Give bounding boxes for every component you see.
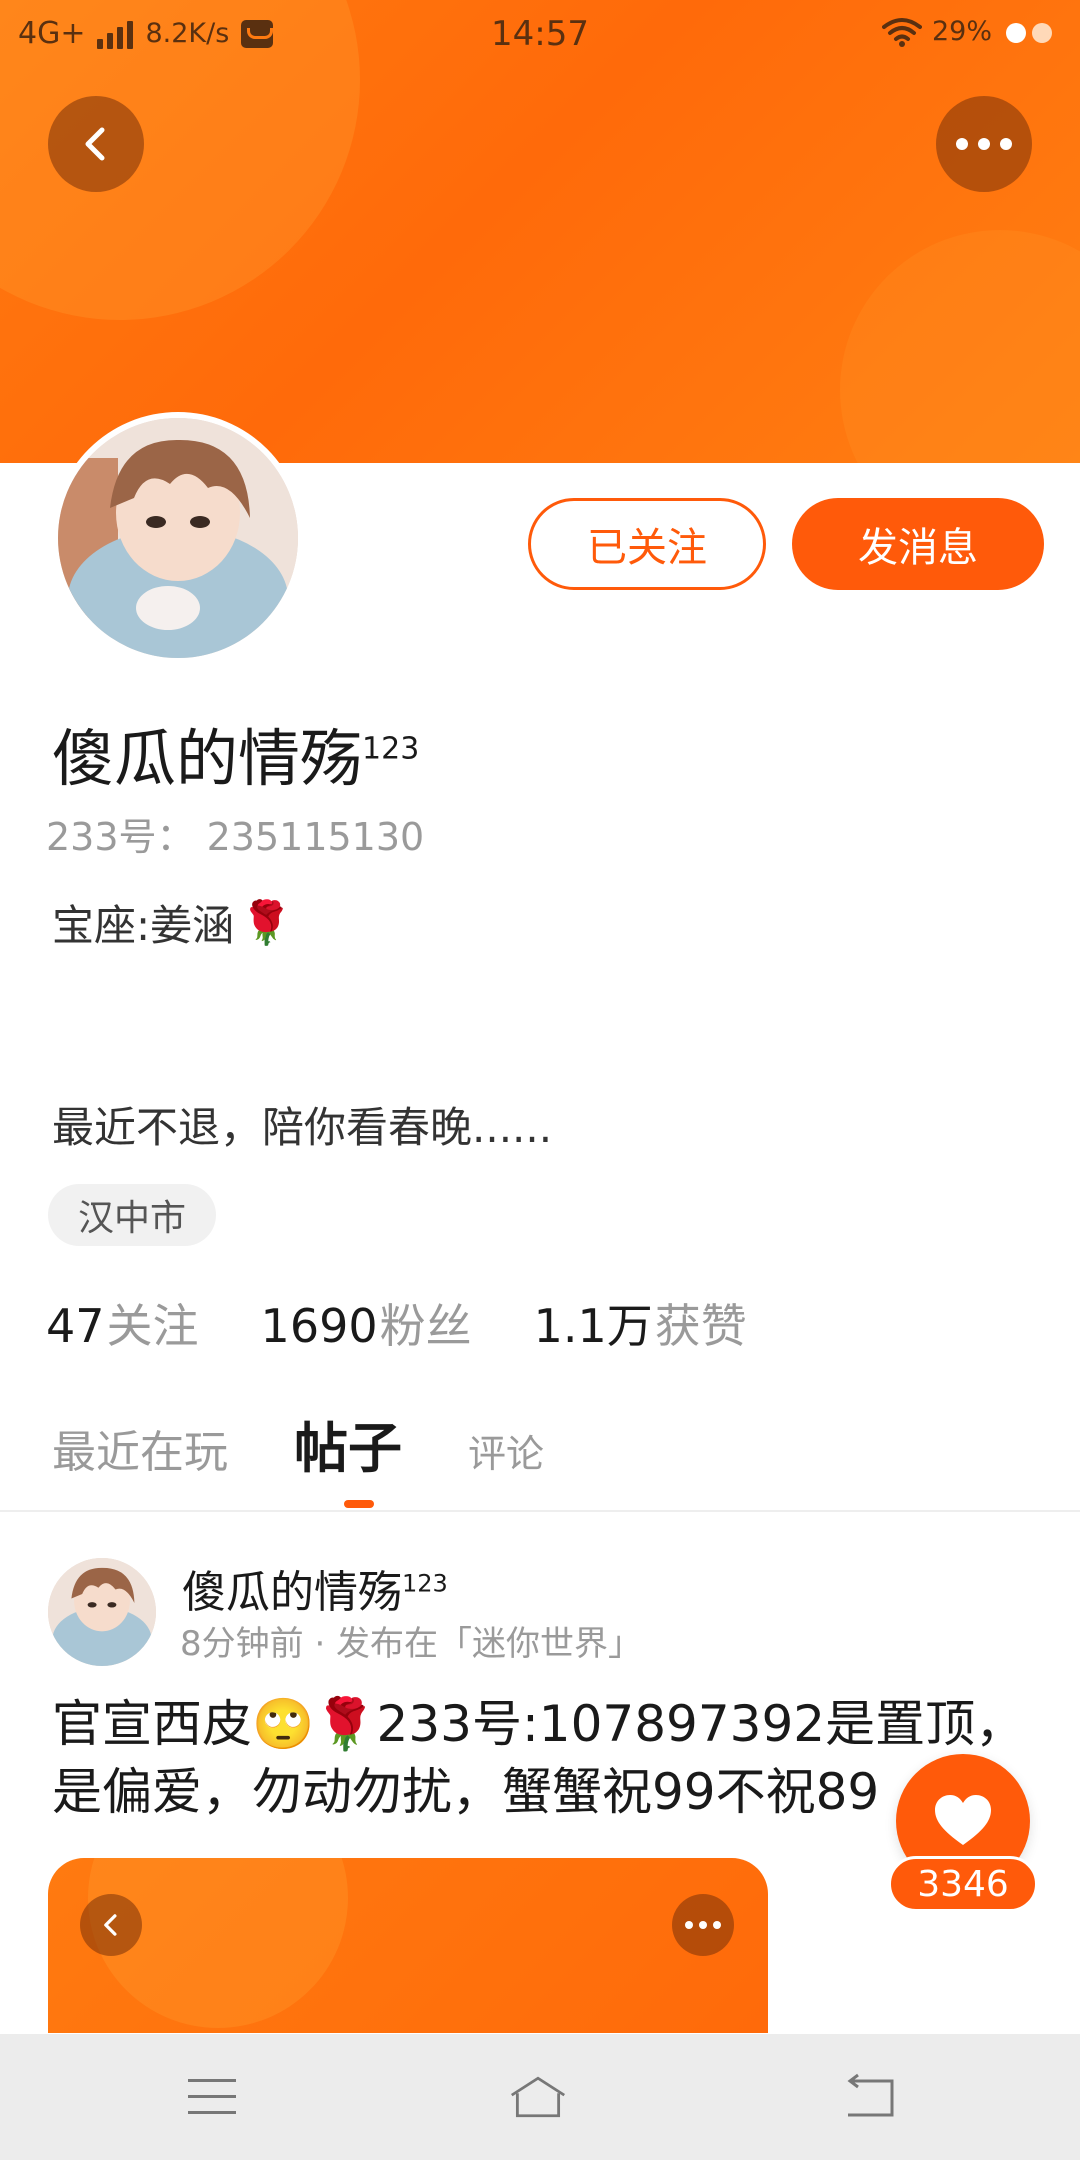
post-author-name[interactable]: 傻瓜的情殇123: [182, 1556, 448, 1620]
stat-number: 1690: [260, 1299, 378, 1353]
post-author-text: 傻瓜的情殇: [182, 1567, 402, 1618]
post-text-line: 官宣西皮🙄🌹233号:107897392是置顶，: [52, 1695, 1012, 1753]
system-nav-bar: [0, 2034, 1080, 2160]
app-status-icon: [1006, 22, 1052, 43]
following-button[interactable]: 已关注: [528, 498, 766, 590]
banner-decoration: [840, 230, 1080, 463]
profile-name-text: 傻瓜的情殇: [52, 722, 363, 795]
stat-number: 47: [46, 1299, 105, 1353]
home-icon: [510, 2076, 566, 2118]
home-button[interactable]: [508, 2072, 568, 2122]
location-tag: 汉中市: [48, 1184, 217, 1246]
post-meta: 8分钟前 · 发布在「迷你世界」: [180, 1624, 643, 1664]
stat-likes[interactable]: 1.1万获赞: [534, 1290, 747, 1356]
tab-recently-played[interactable]: 最近在玩: [52, 1416, 228, 1480]
image-back-button: [80, 1894, 142, 1956]
bio-line-1: 宝座:姜涵 🌹: [52, 892, 292, 953]
more-dots-icon: [956, 138, 1012, 150]
menu-button[interactable]: [182, 2072, 242, 2122]
battery-level: 29%: [931, 16, 992, 47]
profile-avatar[interactable]: [52, 412, 304, 664]
post-content[interactable]: 官宣西皮🙄🌹233号:107897392是置顶， 是偏爱，勿动勿扰，蟹蟹祝99不…: [52, 1690, 1012, 1826]
send-message-button[interactable]: 发消息: [792, 498, 1044, 590]
user-id[interactable]: 233号： 235115130: [46, 806, 424, 861]
wifi-icon: [881, 17, 922, 47]
profile-name-sup: 123: [362, 731, 420, 767]
stat-label: 粉丝: [379, 1299, 472, 1353]
menu-icon: [188, 2079, 236, 2114]
stat-following[interactable]: 47关注: [46, 1290, 199, 1356]
post-image[interactable]: [48, 1858, 768, 2033]
more-dots-icon: [685, 1921, 721, 1929]
avatar-image: [48, 1558, 156, 1666]
chevron-left-icon: [85, 127, 105, 161]
bio-line-2: 最近不退，陪你看春晚......: [52, 1103, 553, 1152]
bio-text: 宝座:姜涵: [52, 901, 235, 950]
chevron-left-icon: [104, 1914, 117, 1936]
more-options-button[interactable]: [936, 96, 1032, 192]
heart-icon: [935, 1795, 991, 1845]
profile-name: 傻瓜的情殇123: [52, 708, 419, 798]
status-bar: 4G+ 8.2K/s 14:57 29%: [0, 0, 1080, 70]
post-text-line: 是偏爱，勿动勿扰，蟹蟹祝99不祝89: [52, 1763, 880, 1821]
stat-fans[interactable]: 1690粉丝: [261, 1290, 472, 1356]
tab-posts[interactable]: 帖子: [294, 1404, 402, 1483]
tab-comments[interactable]: 评论: [468, 1423, 544, 1478]
stat-label: 关注: [106, 1299, 199, 1353]
post-author-sup: 123: [402, 1569, 448, 1598]
image-more-button: [672, 1894, 734, 1956]
like-count: 3346: [888, 1856, 1038, 1912]
post-author-avatar[interactable]: [48, 1558, 156, 1666]
avatar-image: [58, 418, 298, 658]
profile-tabs: 最近在玩 帖子 评论: [52, 1404, 610, 1483]
rose-emoji: 🌹: [240, 897, 293, 947]
divider: [0, 1510, 1080, 1512]
stat-number: 1.1万: [533, 1299, 653, 1353]
back-nav-button[interactable]: [840, 2072, 900, 2122]
profile-stats: 47关注 1690粉丝 1.1万获赞: [46, 1290, 747, 1356]
stat-label: 获赞: [654, 1299, 747, 1353]
back-arrow-icon: [847, 2073, 894, 2117]
active-tab-indicator: [344, 1500, 374, 1508]
back-button[interactable]: [48, 96, 144, 192]
